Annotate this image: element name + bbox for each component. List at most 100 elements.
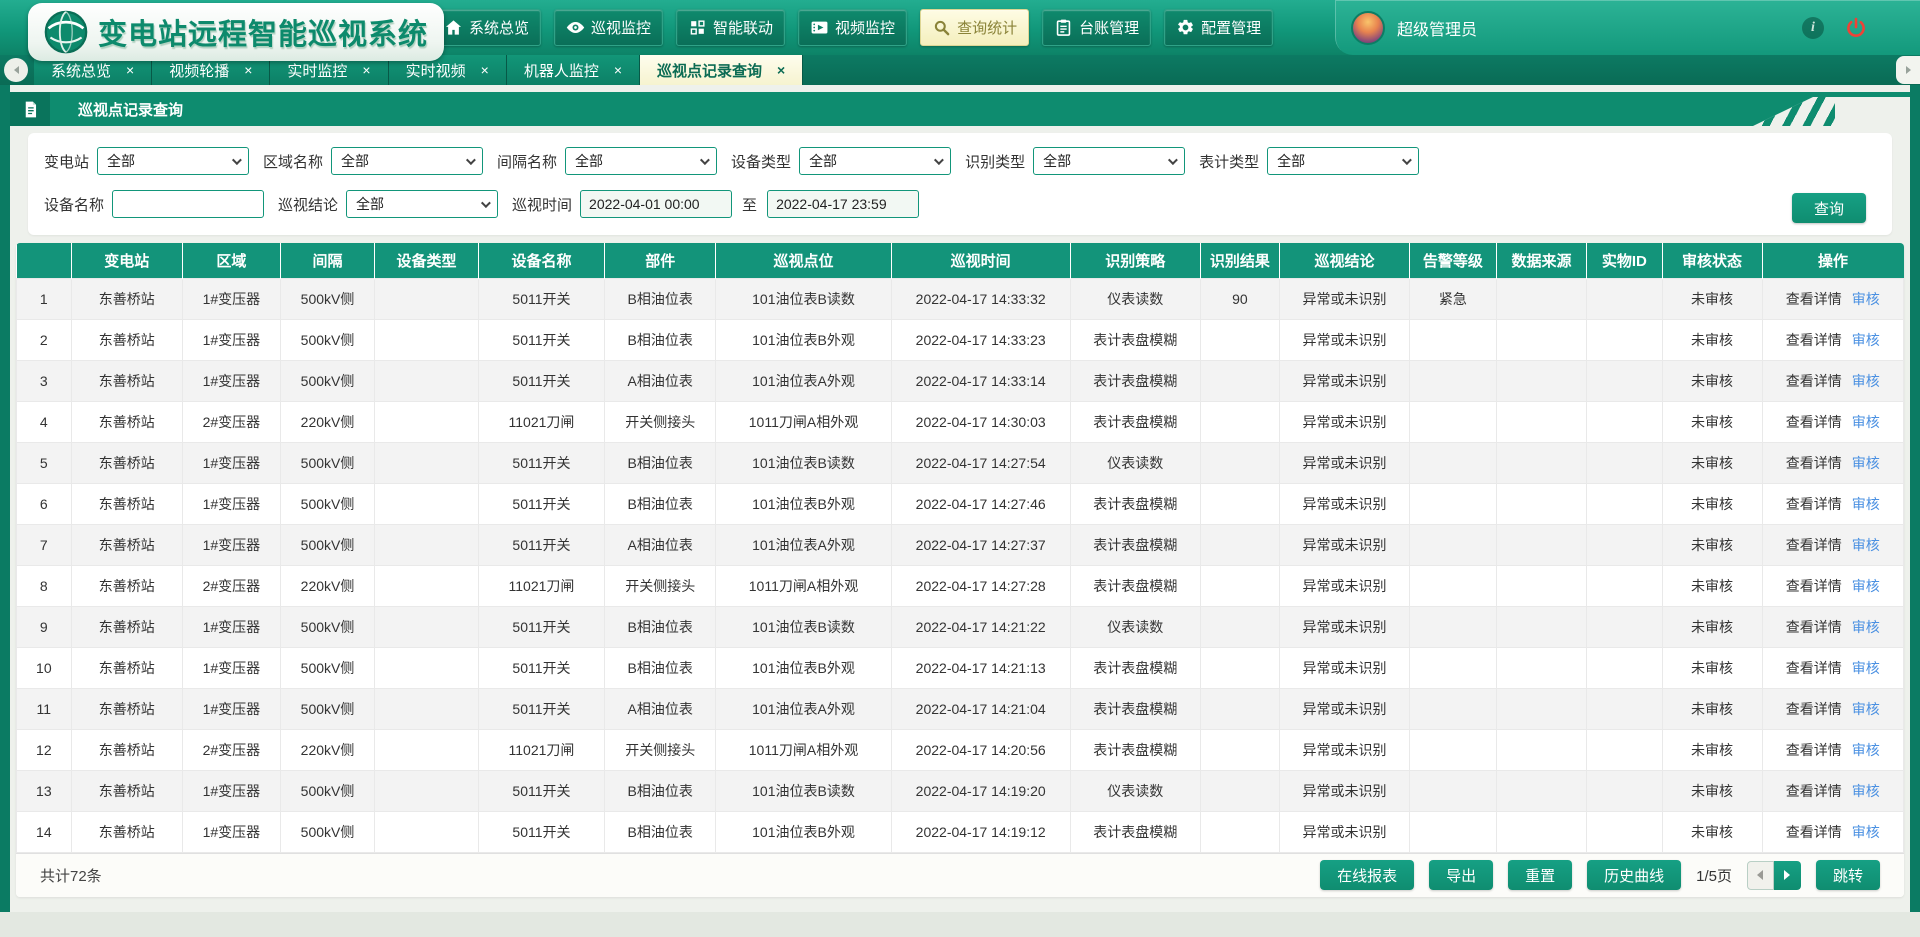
audit-link[interactable]: 审核 [1852,537,1880,553]
table-cell: 2022-04-17 14:30:03 [891,401,1070,442]
close-tab-icon[interactable]: × [614,63,622,77]
view-detail-link[interactable]: 查看详情 [1786,619,1842,635]
table-cell: A相油位表 [605,360,716,401]
conclusion-select[interactable]: 全部 [346,190,498,218]
close-tab-icon[interactable]: × [777,63,785,77]
nav-config-management[interactable]: 配置管理 [1164,9,1273,46]
audit-link[interactable]: 审核 [1852,455,1880,471]
info-icon[interactable]: i [1802,17,1824,39]
audit-link[interactable]: 审核 [1852,414,1880,430]
view-detail-link[interactable]: 查看详情 [1786,455,1842,471]
nav-inspection-monitor[interactable]: 巡视监控 [554,9,663,46]
operations-cell: 查看详情审核 [1762,483,1904,524]
avatar[interactable] [1351,11,1385,45]
audit-link[interactable]: 审核 [1852,701,1880,717]
operations-cell: 查看详情审核 [1762,401,1904,442]
tab-scroll-left-button[interactable] [4,58,28,82]
recognition-type-select[interactable]: 全部 [1033,147,1185,175]
close-tab-icon[interactable]: × [244,63,252,77]
audit-link[interactable]: 审核 [1852,742,1880,758]
nav-query-statistics[interactable]: 查询统计 [920,9,1029,46]
next-page-button[interactable] [1774,861,1801,890]
view-detail-link[interactable]: 查看详情 [1786,783,1842,799]
time-label: 巡视时间 [512,194,572,215]
audit-link[interactable]: 审核 [1852,783,1880,799]
nav-smart-linkage[interactable]: 智能联动 [676,9,785,46]
view-detail-link[interactable]: 查看详情 [1786,701,1842,717]
query-button[interactable]: 查询 [1792,193,1866,223]
station-select[interactable]: 全部 [97,147,249,175]
table-cell: 8 [17,565,72,606]
table-cell [1587,442,1662,483]
table-cell [375,524,479,565]
table-cell: 1#变压器 [182,278,280,319]
table-cell: 101油位表B外观 [716,647,891,688]
chevron-down-icon [232,155,242,165]
view-detail-link[interactable]: 查看详情 [1786,496,1842,512]
table-cell: 101油位表B外观 [716,811,891,852]
prev-page-button[interactable] [1747,861,1774,890]
view-detail-link[interactable]: 查看详情 [1786,824,1842,840]
jump-button[interactable]: 跳转 [1816,860,1880,890]
tab-6-active[interactable]: 巡视点记录查询× [640,55,803,85]
table-cell: 东善桥站 [71,729,182,770]
time-from-input[interactable] [580,190,732,218]
view-detail-link[interactable]: 查看详情 [1786,742,1842,758]
tab-scroll-right-button[interactable] [1896,56,1920,84]
view-detail-link[interactable]: 查看详情 [1786,332,1842,348]
view-detail-link[interactable]: 查看详情 [1786,537,1842,553]
reset-button[interactable]: 重置 [1508,860,1572,890]
nav-video-monitor[interactable]: 视频监控 [798,9,907,46]
table-cell: 5011开关 [478,606,604,647]
audit-link[interactable]: 审核 [1852,291,1880,307]
table-cell: 表计表盘模糊 [1070,688,1200,729]
logout-power-icon[interactable] [1844,16,1868,40]
device-name-input[interactable] [112,190,264,218]
audit-link[interactable]: 审核 [1852,373,1880,389]
history-curve-button[interactable]: 历史曲线 [1587,860,1681,890]
table-cell: B相油位表 [605,770,716,811]
table-cell: 表计表盘模糊 [1070,319,1200,360]
online-report-button[interactable]: 在线报表 [1320,860,1414,890]
meter-type-select[interactable]: 全部 [1267,147,1419,175]
chevron-down-icon [934,155,944,165]
table-cell: 2022-04-17 14:21:04 [891,688,1070,729]
export-button[interactable]: 导出 [1429,860,1493,890]
table-cell: 5011开关 [478,688,604,729]
audit-link[interactable]: 审核 [1852,660,1880,676]
audit-link[interactable]: 审核 [1852,824,1880,840]
nav-ledger-management[interactable]: 台账管理 [1042,9,1151,46]
view-detail-link[interactable]: 查看详情 [1786,291,1842,307]
close-tab-icon[interactable]: × [481,63,489,77]
table-cell: 500kV侧 [280,524,374,565]
device-type-select[interactable]: 全部 [799,147,951,175]
table-cell: 3 [17,360,72,401]
table-row: 1东善桥站1#变压器500kV侧5011开关B相油位表101油位表B读数2022… [17,278,1904,319]
tab-5[interactable]: 机器人监控× [507,55,640,85]
table-cell: 2022-04-17 14:33:14 [891,360,1070,401]
table-cell: 500kV侧 [280,770,374,811]
operations-cell: 查看详情审核 [1762,811,1904,852]
chevron-down-icon [1402,155,1412,165]
close-tab-icon[interactable]: × [126,63,134,77]
view-detail-link[interactable]: 查看详情 [1786,373,1842,389]
close-tab-icon[interactable]: × [362,63,370,77]
view-detail-link[interactable]: 查看详情 [1786,660,1842,676]
operations-cell: 查看详情审核 [1762,278,1904,319]
audit-link[interactable]: 审核 [1852,332,1880,348]
bay-select[interactable]: 全部 [565,147,717,175]
view-detail-link[interactable]: 查看详情 [1786,578,1842,594]
nav-system-overview[interactable]: 系统总览 [432,9,541,46]
time-to-input[interactable] [767,190,919,218]
audit-link[interactable]: 审核 [1852,619,1880,635]
column-header: 识别结果 [1200,243,1279,278]
table-cell: 500kV侧 [280,278,374,319]
table-cell [1200,360,1279,401]
table-row: 10东善桥站1#变压器500kV侧5011开关B相油位表101油位表B外观202… [17,647,1904,688]
table-cell: 未审核 [1662,811,1762,852]
audit-link[interactable]: 审核 [1852,496,1880,512]
audit-link[interactable]: 审核 [1852,578,1880,594]
table-cell: 异常或未识别 [1279,647,1409,688]
view-detail-link[interactable]: 查看详情 [1786,414,1842,430]
area-select[interactable]: 全部 [331,147,483,175]
